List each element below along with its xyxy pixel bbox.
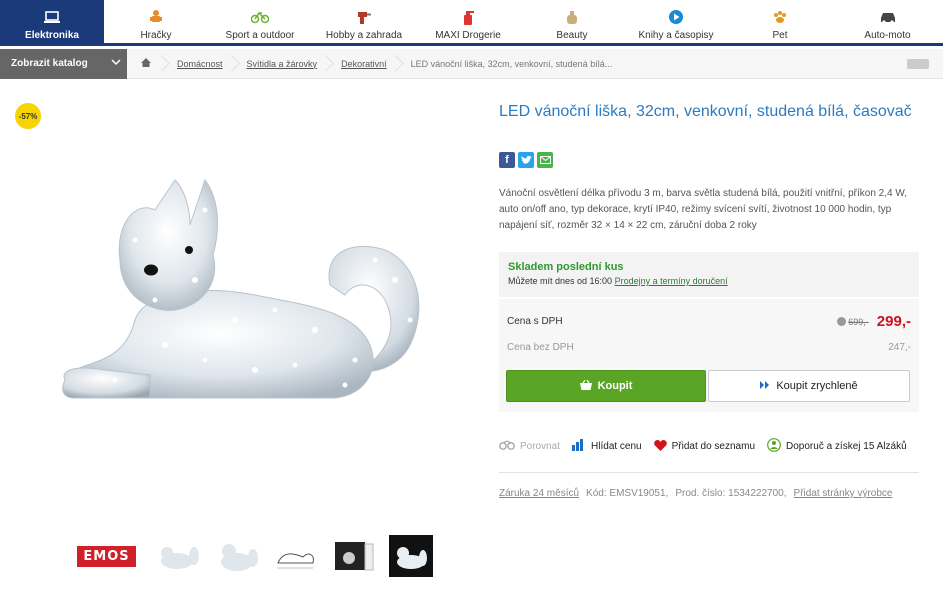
price-without-vat: 247,- [888,342,911,353]
breadcrumb-item[interactable]: Dekorativní [329,49,399,79]
twitter-icon[interactable] [518,152,534,168]
product-number: Prod. číslo: 1534222700, [675,488,787,499]
stores-delivery-link[interactable]: Prodejny a termíny doručení [615,276,728,286]
breadcrumb-home[interactable] [127,49,165,79]
brand-logo-thumbnail[interactable]: EMOS [70,535,143,577]
breadcrumb-bar: Zobrazit katalog Domácnost Svítidla a žá… [0,48,943,79]
nav-item-knihy[interactable]: Knihy a časopisy [624,0,728,43]
current-price: 299,- [876,313,911,330]
social-share: f [499,152,553,168]
watch-price-action[interactable]: Hlídat cenu [572,439,642,454]
nav-label: Hračky [140,30,172,41]
laptop-icon [43,8,61,26]
nav-label: Knihy a časopisy [638,30,714,41]
product-code: Kód: EMSV19051, [586,488,669,499]
double-chevron-icon [760,380,770,392]
nav-item-pet[interactable]: Pet [728,0,832,43]
heart-icon [653,439,667,454]
info-dot-icon[interactable] [837,317,847,326]
warranty-link[interactable]: Záruka 24 měsíců [499,488,579,499]
nav-item-drogerie[interactable]: MAXI Drogerie [416,0,520,43]
divider [499,472,919,473]
email-share-icon[interactable] [537,152,553,168]
old-price: 699,- [837,317,869,327]
nav-label: Hobby a zahrada [325,30,403,41]
price-with-vat-row: Cena s DPH 699,- 299,- [507,313,911,330]
product-thumbnail[interactable] [215,535,259,577]
nav-label: Sport a outdoor [225,30,295,41]
category-nav: Elektronika Hračky Sport a outdoor Hobby… [0,0,943,46]
nav-item-hracky[interactable]: Hračky [104,0,208,43]
delivery-info: Můžete mít dnes od 16:00 Prodejny a term… [508,276,728,286]
product-description: Vánoční osvětlení délka přívodu 3 m, bar… [499,188,908,231]
buy-button[interactable]: Koupit [506,370,706,402]
nav-label: MAXI Drogerie [435,30,501,41]
stock-status: Skladem poslední kus [508,261,624,273]
basket-icon [579,379,592,393]
car-icon [879,8,897,26]
home-icon [141,58,151,69]
perfume-icon [563,8,581,26]
nav-label: Pet [772,30,788,41]
price-without-vat-row: Cena bez DPH 247,- [507,342,911,353]
fast-buy-button[interactable]: Koupit zrychleně [708,370,910,402]
toy-icon [147,8,165,26]
scales-icon [499,440,515,453]
show-catalog-label: Zobrazit katalog [11,58,88,69]
breadcrumb-item[interactable]: Svítidla a žárovky [235,49,330,79]
product-title: LED vánoční liška, 32cm, venkovní, stude… [499,103,912,120]
discount-badge: -57% [15,103,41,129]
add-to-list-action[interactable]: Přidat do seznamu [653,439,755,454]
show-catalog-button[interactable]: Zobrazit katalog [0,48,127,79]
price-without-vat-label: Cena bez DPH [507,342,574,353]
bicycle-icon [251,8,269,26]
nav-item-sport[interactable]: Sport a outdoor [208,0,312,43]
facebook-icon[interactable]: f [499,152,515,168]
nav-item-auto-moto[interactable]: Auto-moto [832,0,943,43]
product-thumbnail[interactable] [157,535,201,577]
play-circle-icon [667,8,685,26]
paw-icon [771,8,789,26]
chevron-down-icon [111,58,121,69]
spray-bottle-icon [459,8,477,26]
compare-action[interactable]: Porovnat [499,440,560,453]
product-thumbnail[interactable] [331,535,375,577]
product-thumbnail-selected[interactable] [389,535,433,577]
product-actions: Porovnat Hlídat cenu Přidat do seznamu D… [499,438,919,455]
price-box: Cena s DPH 699,- 299,- Cena bez DPH 247,… [499,299,919,412]
chart-bars-icon [572,439,586,454]
product-main-image[interactable] [55,170,445,425]
recommend-action[interactable]: Doporuč a získej 15 Alzáků [767,438,907,455]
product-meta: Záruka 24 měsíců Kód: EMSV19051, Prod. č… [499,488,892,499]
nav-item-beauty[interactable]: Beauty [520,0,624,43]
add-manufacturer-page-link[interactable]: Přidat stránky výrobce [794,488,893,499]
nav-item-elektronika[interactable]: Elektronika [0,0,104,43]
nav-label: Elektronika [25,30,79,41]
recommend-icon [767,438,781,455]
breadcrumb-item[interactable]: Domácnost [165,49,235,79]
thumbnail-strip: EMOS [70,535,433,577]
nav-label: Auto-moto [864,30,911,41]
drill-icon [355,8,373,26]
nav-label: Beauty [556,30,588,41]
breadcrumb-current: LED vánoční liška, 32cm, venkovní, stude… [410,58,613,69]
nav-item-hobby[interactable]: Hobby a zahrada [312,0,416,43]
product-thumbnail[interactable] [273,535,317,577]
price-with-vat-label: Cena s DPH [507,316,563,327]
breadcrumb-extra-icon[interactable] [907,59,929,69]
stock-box: Skladem poslední kus Můžete mít dnes od … [499,252,919,297]
